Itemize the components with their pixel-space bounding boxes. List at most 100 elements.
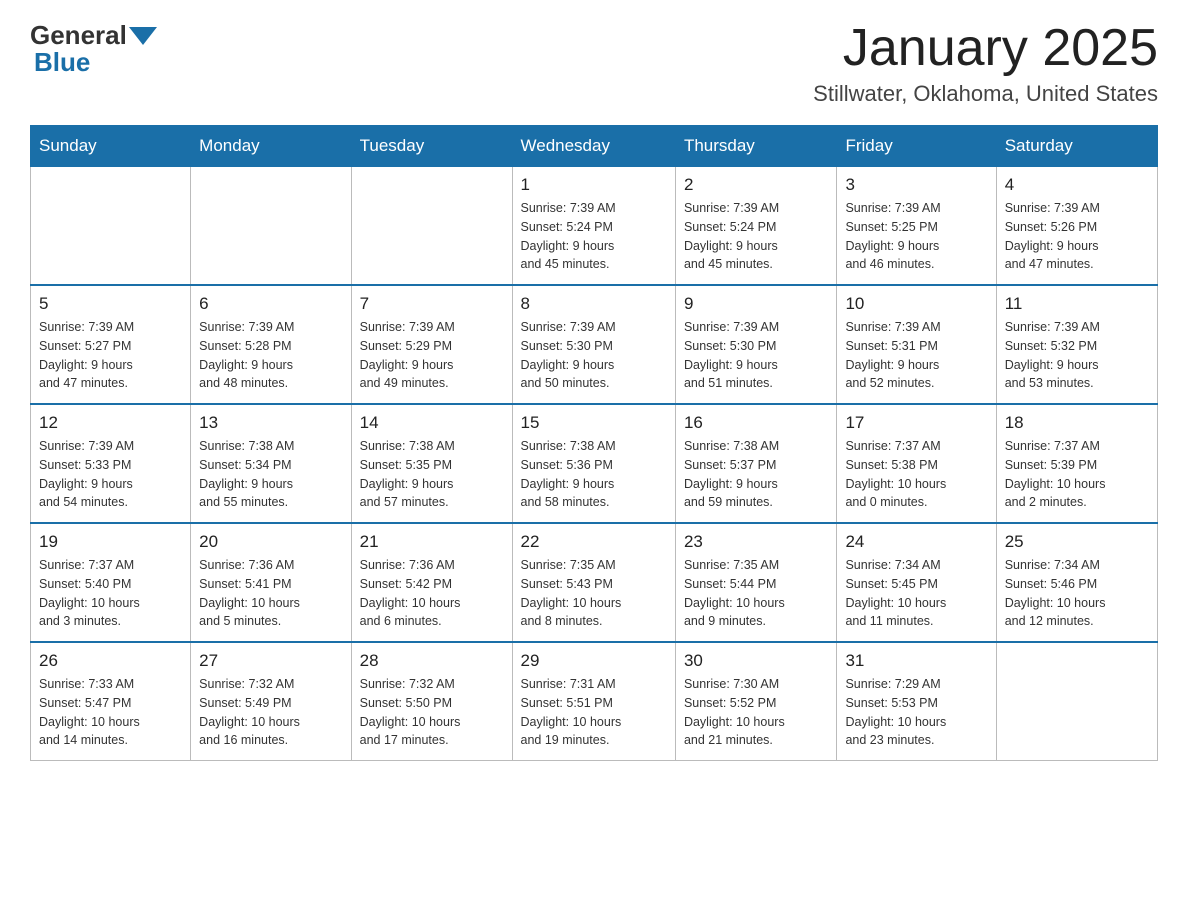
calendar-cell — [351, 167, 512, 286]
day-number: 1 — [521, 175, 667, 195]
day-info: Sunrise: 7:39 AM Sunset: 5:25 PM Dayligh… — [845, 199, 987, 274]
day-number: 20 — [199, 532, 342, 552]
day-info: Sunrise: 7:35 AM Sunset: 5:44 PM Dayligh… — [684, 556, 829, 631]
day-info: Sunrise: 7:37 AM Sunset: 5:38 PM Dayligh… — [845, 437, 987, 512]
day-info: Sunrise: 7:39 AM Sunset: 5:27 PM Dayligh… — [39, 318, 182, 393]
day-info: Sunrise: 7:39 AM Sunset: 5:31 PM Dayligh… — [845, 318, 987, 393]
calendar-cell: 28 Sunrise: 7:32 AM Sunset: 5:50 PM Dayli… — [351, 642, 512, 761]
day-info: Sunrise: 7:38 AM Sunset: 5:36 PM Dayligh… — [521, 437, 667, 512]
calendar-cell: 2Sunrise: 7:39 AM Sunset: 5:24 PM Daylig… — [675, 167, 837, 286]
logo-triangle-icon — [129, 27, 157, 45]
day-info: Sunrise: 7:38 AM Sunset: 5:34 PM Dayligh… — [199, 437, 342, 512]
calendar-cell: 26 Sunrise: 7:33 AM Sunset: 5:47 PM Dayli… — [31, 642, 191, 761]
day-number: 18 — [1005, 413, 1149, 433]
day-number: 30 — [684, 651, 829, 671]
day-number: 19 — [39, 532, 182, 552]
day-number: 8 — [521, 294, 667, 314]
day-info: Sunrise: 7:39 AM Sunset: 5:29 PM Dayligh… — [360, 318, 504, 393]
day-number: 17 — [845, 413, 987, 433]
day-number: 15 — [521, 413, 667, 433]
day-number: 7 — [360, 294, 504, 314]
page-header: General Blue January 2025 Stillwater, Ok… — [30, 20, 1158, 107]
day-number: 6 — [199, 294, 342, 314]
calendar-cell: 20 Sunrise: 7:36 AM Sunset: 5:41 PM Dayli… — [191, 523, 351, 642]
day-number: 11 — [1005, 294, 1149, 314]
day-info: Sunrise: 7:39 AM Sunset: 5:33 PM Dayligh… — [39, 437, 182, 512]
calendar-header-tuesday: Tuesday — [351, 126, 512, 167]
calendar-header-sunday: Sunday — [31, 126, 191, 167]
day-number: 29 — [521, 651, 667, 671]
day-number: 13 — [199, 413, 342, 433]
day-info: Sunrise: 7:39 AM Sunset: 5:30 PM Dayligh… — [684, 318, 829, 393]
calendar-header-wednesday: Wednesday — [512, 126, 675, 167]
calendar-cell: 5 Sunrise: 7:39 AM Sunset: 5:27 PM Daylig… — [31, 285, 191, 404]
day-number: 5 — [39, 294, 182, 314]
day-number: 21 — [360, 532, 504, 552]
calendar-cell: 22 Sunrise: 7:35 AM Sunset: 5:43 PM Dayli… — [512, 523, 675, 642]
calendar-cell: 30 Sunrise: 7:30 AM Sunset: 5:52 PM Dayli… — [675, 642, 837, 761]
month-title: January 2025 — [813, 20, 1158, 77]
calendar-week-row: 5 Sunrise: 7:39 AM Sunset: 5:27 PM Daylig… — [31, 285, 1158, 404]
day-number: 4 — [1005, 175, 1149, 195]
calendar-cell: 17 Sunrise: 7:37 AM Sunset: 5:38 PM Dayli… — [837, 404, 996, 523]
day-info: Sunrise: 7:35 AM Sunset: 5:43 PM Dayligh… — [521, 556, 667, 631]
day-number: 10 — [845, 294, 987, 314]
location-subtitle: Stillwater, Oklahoma, United States — [813, 81, 1158, 107]
calendar-cell: 19 Sunrise: 7:37 AM Sunset: 5:40 PM Dayli… — [31, 523, 191, 642]
day-info: Sunrise: 7:30 AM Sunset: 5:52 PM Dayligh… — [684, 675, 829, 750]
calendar-cell: 3Sunrise: 7:39 AM Sunset: 5:25 PM Daylig… — [837, 167, 996, 286]
day-number: 26 — [39, 651, 182, 671]
day-info: Sunrise: 7:34 AM Sunset: 5:45 PM Dayligh… — [845, 556, 987, 631]
calendar-cell: 31 Sunrise: 7:29 AM Sunset: 5:53 PM Dayli… — [837, 642, 996, 761]
day-number: 22 — [521, 532, 667, 552]
day-info: Sunrise: 7:39 AM Sunset: 5:32 PM Dayligh… — [1005, 318, 1149, 393]
day-number: 25 — [1005, 532, 1149, 552]
day-info: Sunrise: 7:34 AM Sunset: 5:46 PM Dayligh… — [1005, 556, 1149, 631]
day-info: Sunrise: 7:39 AM Sunset: 5:24 PM Dayligh… — [521, 199, 667, 274]
day-info: Sunrise: 7:31 AM Sunset: 5:51 PM Dayligh… — [521, 675, 667, 750]
calendar-cell: 1 Sunrise: 7:39 AM Sunset: 5:24 PM Daylig… — [512, 167, 675, 286]
calendar-cell: 10 Sunrise: 7:39 AM Sunset: 5:31 PM Dayli… — [837, 285, 996, 404]
day-info: Sunrise: 7:32 AM Sunset: 5:50 PM Dayligh… — [360, 675, 504, 750]
day-number: 16 — [684, 413, 829, 433]
day-number: 23 — [684, 532, 829, 552]
calendar-header-saturday: Saturday — [996, 126, 1157, 167]
calendar-week-row: 26 Sunrise: 7:33 AM Sunset: 5:47 PM Dayli… — [31, 642, 1158, 761]
calendar-cell: 6 Sunrise: 7:39 AM Sunset: 5:28 PM Daylig… — [191, 285, 351, 404]
logo: General Blue — [30, 20, 159, 78]
calendar-week-row: 12Sunrise: 7:39 AM Sunset: 5:33 PM Dayli… — [31, 404, 1158, 523]
calendar-cell: 18 Sunrise: 7:37 AM Sunset: 5:39 PM Dayli… — [996, 404, 1157, 523]
calendar-cell: 16 Sunrise: 7:38 AM Sunset: 5:37 PM Dayli… — [675, 404, 837, 523]
day-number: 9 — [684, 294, 829, 314]
day-number: 31 — [845, 651, 987, 671]
calendar-table: SundayMondayTuesdayWednesdayThursdayFrid… — [30, 125, 1158, 761]
calendar-cell: 15 Sunrise: 7:38 AM Sunset: 5:36 PM Dayli… — [512, 404, 675, 523]
day-info: Sunrise: 7:39 AM Sunset: 5:30 PM Dayligh… — [521, 318, 667, 393]
title-section: January 2025 Stillwater, Oklahoma, Unite… — [813, 20, 1158, 107]
calendar-cell: 25 Sunrise: 7:34 AM Sunset: 5:46 PM Dayli… — [996, 523, 1157, 642]
day-number: 28 — [360, 651, 504, 671]
day-info: Sunrise: 7:38 AM Sunset: 5:35 PM Dayligh… — [360, 437, 504, 512]
calendar-header-row: SundayMondayTuesdayWednesdayThursdayFrid… — [31, 126, 1158, 167]
day-number: 2 — [684, 175, 829, 195]
calendar-cell — [996, 642, 1157, 761]
logo-blue-text: Blue — [34, 47, 90, 77]
calendar-header-friday: Friday — [837, 126, 996, 167]
calendar-week-row: 19 Sunrise: 7:37 AM Sunset: 5:40 PM Dayli… — [31, 523, 1158, 642]
day-info: Sunrise: 7:39 AM Sunset: 5:26 PM Dayligh… — [1005, 199, 1149, 274]
calendar-cell: 23 Sunrise: 7:35 AM Sunset: 5:44 PM Dayli… — [675, 523, 837, 642]
calendar-cell: 9 Sunrise: 7:39 AM Sunset: 5:30 PM Daylig… — [675, 285, 837, 404]
day-info: Sunrise: 7:37 AM Sunset: 5:39 PM Dayligh… — [1005, 437, 1149, 512]
day-info: Sunrise: 7:38 AM Sunset: 5:37 PM Dayligh… — [684, 437, 829, 512]
calendar-cell: 29 Sunrise: 7:31 AM Sunset: 5:51 PM Dayli… — [512, 642, 675, 761]
calendar-header-monday: Monday — [191, 126, 351, 167]
day-info: Sunrise: 7:33 AM Sunset: 5:47 PM Dayligh… — [39, 675, 182, 750]
calendar-cell: 24Sunrise: 7:34 AM Sunset: 5:45 PM Dayli… — [837, 523, 996, 642]
day-info: Sunrise: 7:36 AM Sunset: 5:41 PM Dayligh… — [199, 556, 342, 631]
calendar-cell: 11 Sunrise: 7:39 AM Sunset: 5:32 PM Dayli… — [996, 285, 1157, 404]
calendar-cell: 4 Sunrise: 7:39 AM Sunset: 5:26 PM Daylig… — [996, 167, 1157, 286]
day-number: 14 — [360, 413, 504, 433]
day-info: Sunrise: 7:39 AM Sunset: 5:28 PM Dayligh… — [199, 318, 342, 393]
day-info: Sunrise: 7:37 AM Sunset: 5:40 PM Dayligh… — [39, 556, 182, 631]
day-info: Sunrise: 7:29 AM Sunset: 5:53 PM Dayligh… — [845, 675, 987, 750]
